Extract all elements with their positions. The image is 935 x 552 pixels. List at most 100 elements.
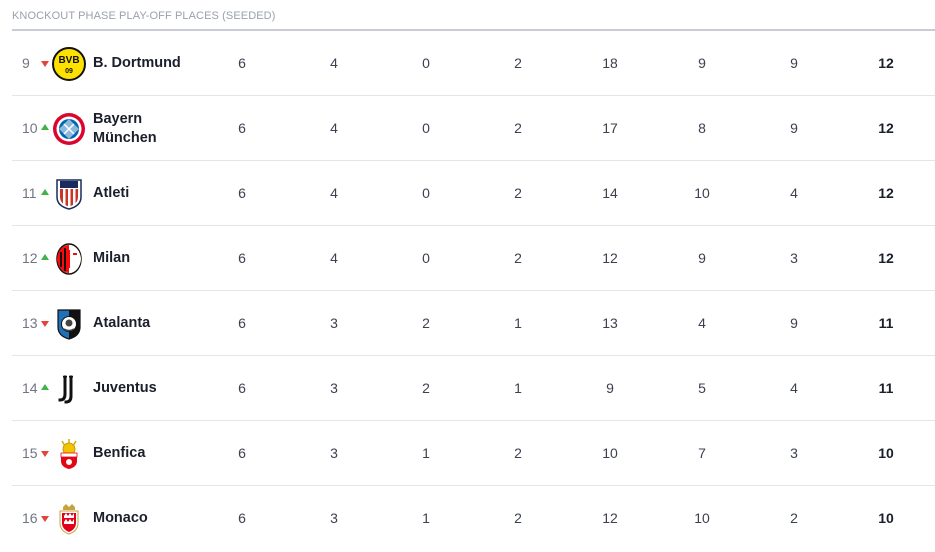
- trend-up-icon: [41, 254, 49, 260]
- benfica-crest-icon: [60, 439, 78, 469]
- points: 12: [878, 55, 894, 71]
- goals-against: 4: [698, 315, 706, 331]
- team-name[interactable]: B. Dortmund: [93, 31, 203, 96]
- standings-table: 9 BVB 09 B. Dortmund 6 4 0 2 18 9 9 12 1…: [12, 31, 935, 551]
- goals-against: 9: [698, 55, 706, 71]
- drawn: 0: [422, 55, 430, 71]
- goals-against: 7: [698, 445, 706, 461]
- trend-down-icon: [41, 451, 49, 457]
- table-row[interactable]: 16 Monaco 6 3 1 2 12 10 2 10: [12, 486, 935, 551]
- goals-against: 5: [698, 380, 706, 396]
- lost: 1: [514, 315, 522, 331]
- team-name[interactable]: Atleti: [93, 161, 203, 226]
- table-row[interactable]: 15 Benfica 6 3 1 2 10 7 3 10: [12, 421, 935, 486]
- lost: 2: [514, 250, 522, 266]
- lost: 2: [514, 445, 522, 461]
- goals-against: 10: [694, 185, 710, 201]
- drawn: 2: [422, 315, 430, 331]
- lost: 1: [514, 380, 522, 396]
- atleti-crest-icon: [56, 179, 82, 210]
- points: 10: [878, 510, 894, 526]
- played: 6: [238, 55, 246, 71]
- table-row[interactable]: 11 Atleti 6 4 0 2 14 10 4 12: [12, 161, 935, 226]
- goals-against: 10: [694, 510, 710, 526]
- won: 4: [330, 250, 338, 266]
- played: 6: [238, 380, 246, 396]
- goals-for: 10: [602, 445, 618, 461]
- points: 10: [878, 445, 894, 461]
- goal-difference: 9: [790, 120, 798, 136]
- drawn: 1: [422, 445, 430, 461]
- team-name[interactable]: Monaco: [93, 486, 203, 551]
- trend-up-icon: [41, 384, 49, 390]
- goals-against: 8: [698, 120, 706, 136]
- goal-difference: 9: [790, 55, 798, 71]
- svg-text:09: 09: [65, 68, 73, 75]
- points: 11: [878, 315, 894, 331]
- trend-down-icon: [41, 516, 49, 522]
- team-name[interactable]: Atalanta: [93, 291, 203, 356]
- lost: 2: [514, 55, 522, 71]
- dortmund-crest-icon: BVB 09: [52, 47, 86, 81]
- lost: 2: [514, 185, 522, 201]
- goals-for: 12: [602, 250, 618, 266]
- goals-for: 13: [602, 315, 618, 331]
- drawn: 2: [422, 380, 430, 396]
- points: 12: [878, 250, 894, 266]
- monaco-crest-icon: [59, 504, 79, 535]
- table-row[interactable]: 10 Bayern München 6 4 0 2 17 8 9 12: [12, 96, 935, 161]
- drawn: 0: [422, 250, 430, 266]
- trend-up-icon: [41, 189, 49, 195]
- team-name[interactable]: Juventus: [93, 356, 203, 421]
- drawn: 1: [422, 510, 430, 526]
- goal-difference: 3: [790, 250, 798, 266]
- trend-up-icon: [41, 124, 49, 130]
- position: 15: [22, 445, 38, 461]
- goal-difference: 9: [790, 315, 798, 331]
- won: 4: [330, 55, 338, 71]
- position: 16: [22, 510, 38, 526]
- goals-for: 18: [602, 55, 618, 71]
- trend-down-icon: [41, 321, 49, 327]
- drawn: 0: [422, 120, 430, 136]
- bayern-crest-icon: [53, 113, 85, 145]
- lost: 2: [514, 510, 522, 526]
- goal-difference: 4: [790, 185, 798, 201]
- table-row[interactable]: 12 Milan 6 4 0 2 12 9 3 12: [12, 226, 935, 291]
- milan-crest-icon: [56, 243, 82, 275]
- played: 6: [238, 120, 246, 136]
- goals-for: 9: [606, 380, 614, 396]
- team-name[interactable]: Bayern München: [93, 96, 203, 161]
- table-row[interactable]: 14 Juventus 6 3 2 1 9 5 4 11: [12, 356, 935, 421]
- won: 4: [330, 120, 338, 136]
- played: 6: [238, 445, 246, 461]
- won: 3: [330, 510, 338, 526]
- goals-for: 14: [602, 185, 618, 201]
- goals-for: 12: [602, 510, 618, 526]
- points: 12: [878, 120, 894, 136]
- won: 3: [330, 445, 338, 461]
- points: 11: [878, 380, 894, 396]
- goal-difference: 2: [790, 510, 798, 526]
- svg-text:BVB: BVB: [58, 55, 79, 66]
- position: 13: [22, 315, 38, 331]
- table-row[interactable]: 13 Atalanta 6 3 2 1 13 4 9 11: [12, 291, 935, 356]
- points: 12: [878, 185, 894, 201]
- team-name[interactable]: Milan: [93, 226, 203, 291]
- position: 9: [22, 55, 30, 71]
- goals-for: 17: [602, 120, 618, 136]
- position: 12: [22, 250, 38, 266]
- table-row[interactable]: 9 BVB 09 B. Dortmund 6 4 0 2 18 9 9 12: [12, 31, 935, 96]
- section-title: KNOCKOUT PHASE PLAY-OFF PLACES (SEEDED): [12, 10, 276, 22]
- played: 6: [238, 250, 246, 266]
- position: 11: [22, 185, 37, 201]
- played: 6: [238, 185, 246, 201]
- goal-difference: 3: [790, 445, 798, 461]
- team-name[interactable]: Benfica: [93, 421, 203, 486]
- standings-panel: KNOCKOUT PHASE PLAY-OFF PLACES (SEEDED) …: [0, 0, 935, 552]
- goal-difference: 4: [790, 380, 798, 396]
- goals-against: 9: [698, 250, 706, 266]
- position: 10: [22, 120, 38, 136]
- won: 4: [330, 185, 338, 201]
- won: 3: [330, 380, 338, 396]
